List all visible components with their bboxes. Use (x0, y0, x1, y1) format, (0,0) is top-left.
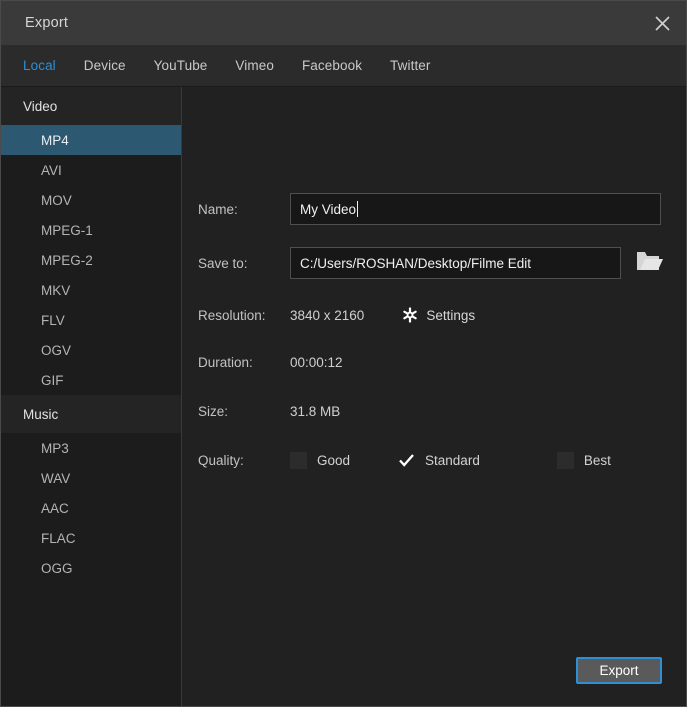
format-item-mkv[interactable]: MKV (1, 275, 181, 305)
format-item-mov[interactable]: MOV (1, 185, 181, 215)
resolution-value: 3840 x 2160 (290, 307, 365, 323)
gear-icon (402, 307, 418, 323)
format-item-wav[interactable]: WAV (1, 463, 181, 493)
settings-panel: Name: My Video Save to: C:/Users/ROSHAN/… (182, 87, 686, 706)
save-to-value: C:/Users/ROSHAN/Desktop/Filme Edit (300, 255, 532, 271)
quality-option-best[interactable]: Best (556, 451, 611, 469)
export-button-label: Export (599, 663, 639, 678)
checkbox-checked-icon (398, 452, 415, 469)
checkbox-icon (556, 451, 574, 469)
export-dialog: Export Local Device YouTube Vimeo Facebook Tw… (0, 0, 687, 707)
quality-option-standard[interactable]: Standard (398, 452, 480, 469)
quality-option-good[interactable]: Good (290, 451, 351, 469)
name-row: Name: My Video (198, 193, 686, 225)
tab-facebook[interactable]: Facebook (302, 58, 362, 73)
quality-label: Quality: (198, 452, 244, 468)
name-label: Name: (198, 201, 238, 217)
format-item-ogv[interactable]: OGV (1, 335, 181, 365)
save-to-row: Save to: C:/Users/ROSHAN/Desktop/Filme E… (198, 247, 686, 279)
format-item-mpeg-2[interactable]: MPEG-2 (1, 245, 181, 275)
name-input-value: My Video (300, 201, 357, 217)
quality-row: Quality: Good Standard Best (198, 445, 686, 475)
format-item-mpeg-1[interactable]: MPEG-1 (1, 215, 181, 245)
text-caret (357, 201, 359, 217)
title-bar: Export (1, 1, 686, 45)
close-button[interactable] (638, 1, 686, 45)
format-item-flv[interactable]: FLV (1, 305, 181, 335)
tab-bar: Local Device YouTube Vimeo Facebook Twitter (1, 45, 686, 87)
name-input[interactable]: My Video (290, 193, 661, 225)
tab-youtube[interactable]: YouTube (154, 58, 208, 73)
format-item-ogg[interactable]: OGG (1, 553, 181, 583)
format-item-mp3[interactable]: MP3 (1, 433, 181, 463)
resolution-row: Resolution: 3840 x 2160 Settings (198, 300, 686, 330)
tab-device[interactable]: Device (84, 58, 126, 73)
dialog-body: Video MP4 AVI MOV MPEG-1 MPEG-2 MKV FLV OGV GIF Mu… (1, 87, 686, 706)
save-to-label: Save to: (198, 255, 248, 271)
format-item-gif[interactable]: GIF (1, 365, 181, 395)
quality-option-label: Best (583, 452, 611, 468)
format-sidebar: Video MP4 AVI MOV MPEG-1 MPEG-2 MKV FLV OGV GIF Mu… (1, 87, 182, 706)
close-icon (654, 15, 671, 32)
duration-value: 00:00:12 (290, 354, 343, 370)
tab-twitter[interactable]: Twitter (390, 58, 430, 73)
checkbox-icon (290, 451, 307, 469)
settings-label: Settings (426, 307, 476, 323)
tab-local[interactable]: Local (23, 58, 56, 73)
browse-folder-button[interactable] (635, 250, 665, 276)
quality-option-label: Good (317, 452, 351, 468)
sidebar-group-video: Video (1, 87, 181, 125)
settings-button[interactable]: Settings (402, 307, 475, 323)
duration-label: Duration: (198, 354, 253, 370)
format-item-avi[interactable]: AVI (1, 155, 181, 185)
export-button[interactable]: Export (576, 657, 662, 684)
size-label: Size: (198, 403, 229, 419)
quality-options: Good Standard Best (290, 451, 611, 469)
quality-option-label: Standard (425, 452, 480, 468)
format-item-aac[interactable]: AAC (1, 493, 181, 523)
size-row: Size: 31.8 MB (198, 396, 686, 426)
format-item-mp4[interactable]: MP4 (1, 125, 181, 155)
tab-vimeo[interactable]: Vimeo (235, 58, 274, 73)
format-item-flac[interactable]: FLAC (1, 523, 181, 553)
size-value: 31.8 MB (290, 403, 341, 419)
save-to-input[interactable]: C:/Users/ROSHAN/Desktop/Filme Edit (290, 247, 621, 279)
folder-icon (636, 249, 664, 277)
duration-row: Duration: 00:00:12 (198, 347, 686, 377)
resolution-label: Resolution: (198, 307, 266, 323)
sidebar-group-music: Music (1, 395, 181, 433)
window-title: Export (25, 15, 69, 31)
